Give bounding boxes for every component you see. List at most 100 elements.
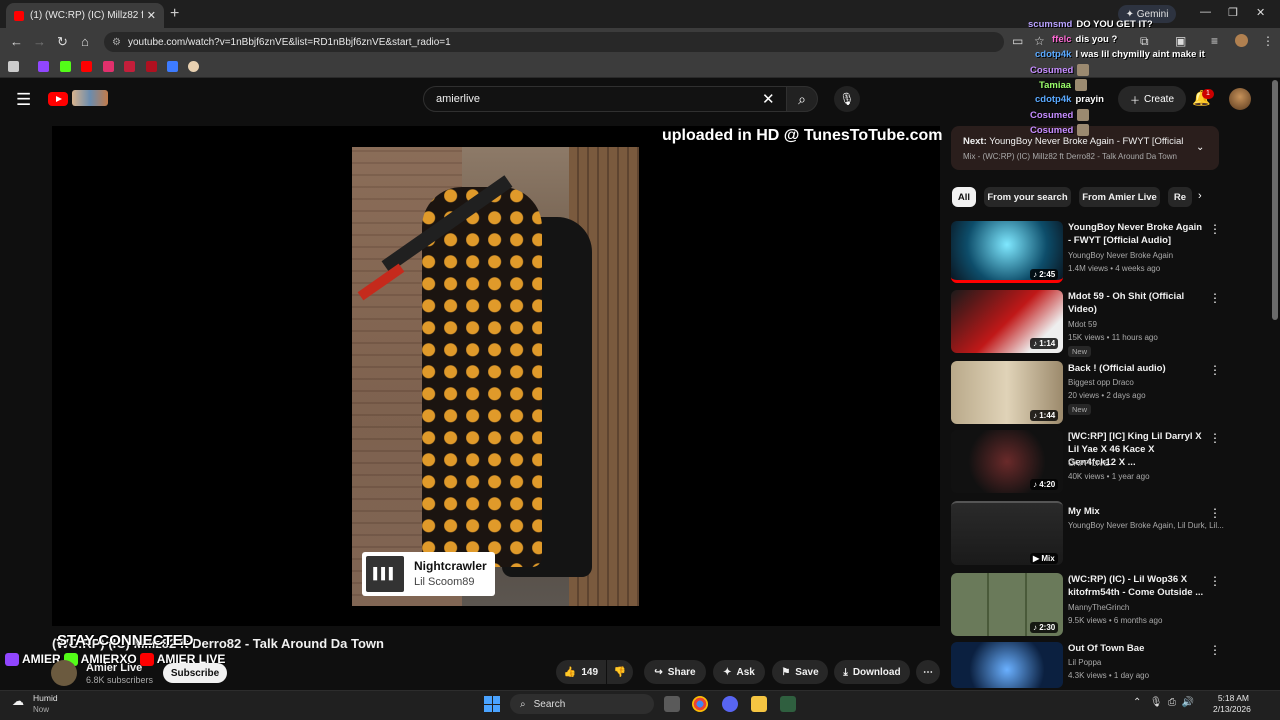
- voice-search-icon[interactable]: 🎙: [834, 86, 860, 112]
- media-controls-icon[interactable]: ≡: [1211, 34, 1218, 48]
- download-label: Download: [852, 666, 901, 678]
- video-frame[interactable]: [352, 147, 639, 606]
- home-icon[interactable]: ⌂: [81, 34, 89, 49]
- apps-grid-icon[interactable]: [8, 61, 19, 72]
- rec-channel[interactable]: Biggest opp Draco: [1068, 378, 1134, 387]
- account-avatar[interactable]: [1229, 88, 1251, 110]
- kick-bookmark-icon[interactable]: [60, 61, 71, 72]
- rec-video-title[interactable]: YoungBoy Never Broke Again - FWYT [Offic…: [1068, 221, 1204, 247]
- bookmark-round-icon[interactable]: [188, 61, 199, 72]
- chip-all[interactable]: All: [952, 187, 976, 207]
- weather-label[interactable]: Humid: [33, 693, 58, 703]
- save-button[interactable]: ⚑ Save: [772, 660, 828, 684]
- share-icon: ↪: [654, 666, 663, 678]
- chevron-down-icon[interactable]: ⌄: [1196, 142, 1204, 153]
- chrome-icon[interactable]: [692, 696, 708, 712]
- system-tray[interactable]: ⌃ 🎙 ⎙ 🔊: [1133, 697, 1194, 708]
- clock[interactable]: 5:18 AM 2/13/2026: [1213, 693, 1251, 715]
- close-tab-icon[interactable]: ✕: [147, 9, 156, 22]
- extensions-icon[interactable]: ⧉: [1140, 34, 1149, 49]
- more-actions-button[interactable]: ⋯: [916, 660, 940, 684]
- share-button[interactable]: ↪ Share: [644, 660, 706, 684]
- bookmark-star-icon[interactable]: ☆: [1034, 34, 1045, 48]
- chat-message: Cosumed: [1030, 64, 1090, 76]
- chevron-right-icon[interactable]: ›: [1198, 190, 1202, 202]
- chat-user: Cosumed: [1030, 64, 1074, 76]
- more-vert-icon[interactable]: ⋮: [1209, 222, 1221, 236]
- like-button[interactable]: 👍 149: [556, 660, 606, 684]
- minimize-icon[interactable]: —: [1200, 6, 1211, 18]
- rec-meta: 4.3K views • 1 day ago: [1068, 671, 1150, 680]
- rec-video-title[interactable]: Back ! (Official audio): [1068, 362, 1204, 375]
- search-button[interactable]: ⌕: [786, 86, 818, 112]
- rec-video-title[interactable]: Mdot 59 - Oh Shit (Official Video): [1068, 290, 1204, 316]
- profile-avatar-icon[interactable]: [1235, 34, 1248, 47]
- rec-video-title[interactable]: (WC:RP) (IC) - Lil Wop36 X kitofrm54th -…: [1068, 573, 1204, 599]
- search-input[interactable]: amierlive: [423, 86, 788, 112]
- more-vert-icon[interactable]: ⋮: [1209, 506, 1221, 520]
- more-vert-icon[interactable]: ⋮: [1209, 291, 1221, 305]
- weather-sub: Now: [33, 705, 50, 714]
- task-view-icon[interactable]: [664, 696, 680, 712]
- chat-message: Cosumed: [1030, 109, 1090, 121]
- cast-icon[interactable]: ▭: [1012, 34, 1023, 48]
- bookmark-red-icon[interactable]: [124, 61, 135, 72]
- browser-menu-icon[interactable]: ⋮: [1262, 34, 1274, 48]
- reload-icon[interactable]: ↻: [57, 34, 68, 50]
- twitch-bookmark-icon[interactable]: [38, 61, 49, 72]
- page-scrollbar[interactable]: [1272, 80, 1278, 320]
- site-info-icon[interactable]: ⚙: [112, 37, 121, 48]
- app-icon[interactable]: [780, 696, 796, 712]
- discord-icon[interactable]: [722, 696, 738, 712]
- more-vert-icon[interactable]: ⋮: [1209, 431, 1221, 445]
- download-button[interactable]: ⤓ Download: [834, 660, 910, 684]
- duration-badge: ♪ 2:30: [1030, 622, 1059, 633]
- shield-bookmark-icon[interactable]: [167, 61, 178, 72]
- new-tab-icon[interactable]: +: [170, 5, 179, 23]
- rec-video-title[interactable]: My Mix: [1068, 505, 1204, 518]
- chat-emote-icon: [1077, 124, 1090, 136]
- chip-from-amier-live[interactable]: From Amier Live: [1079, 187, 1160, 207]
- duration-badge: ♪ 4:20: [1030, 479, 1059, 490]
- instagram-bookmark-icon[interactable]: [103, 61, 114, 72]
- create-button[interactable]: ＋ Create: [1118, 86, 1186, 112]
- rec-channel[interactable]: YoungBoy Never Broke Again, Lil Durk, Li…: [1068, 521, 1224, 530]
- maximize-icon[interactable]: ❐: [1228, 6, 1238, 19]
- more-vert-icon[interactable]: ⋮: [1209, 363, 1221, 377]
- address-bar[interactable]: ⚙ youtube.com/watch?v=1nBbjf6znVE&list=R…: [104, 32, 1004, 52]
- dislike-button[interactable]: 👎: [607, 660, 633, 684]
- channel-avatar[interactable]: [51, 660, 77, 686]
- back-icon[interactable]: ←: [10, 34, 23, 49]
- rec-channel[interactable]: CAPP LIVE: [1068, 459, 1109, 468]
- close-window-icon[interactable]: ✕: [1256, 6, 1265, 19]
- rec-channel[interactable]: MannyTheGrinch: [1068, 603, 1129, 612]
- clear-search-icon[interactable]: ✕: [762, 90, 775, 108]
- rec-video-title[interactable]: Out Of Town Bae: [1068, 642, 1204, 655]
- channel-name[interactable]: Amier Live: [86, 662, 142, 674]
- up-next-subtitle: Mix - (WC:RP) (IC) Millz82 ft Derro82 - …: [963, 152, 1177, 161]
- browser-tab[interactable]: (1) (WC:RP) (IC) Millz82 ft D ✕: [6, 3, 164, 28]
- youtube-logo-icon[interactable]: [48, 92, 68, 106]
- taskbar-search[interactable]: ⌕ Search: [510, 694, 654, 714]
- picture-in-picture-icon[interactable]: ▣: [1175, 34, 1186, 48]
- equalizer-icon: ▌▌▌: [366, 556, 404, 592]
- windows-start-icon[interactable]: [484, 696, 500, 712]
- rec-channel[interactable]: Lil Poppa: [1068, 658, 1101, 667]
- bookmark-dark-red-icon[interactable]: [146, 61, 157, 72]
- more-vert-icon[interactable]: ⋮: [1209, 643, 1221, 657]
- chip-from-your-search[interactable]: From your search: [984, 187, 1071, 207]
- rec-channel[interactable]: Mdot 59: [1068, 320, 1097, 329]
- youtube-bookmark-icon[interactable]: [81, 61, 92, 72]
- more-vert-icon[interactable]: ⋮: [1209, 574, 1221, 588]
- rec-channel[interactable]: YoungBoy Never Broke Again: [1068, 251, 1173, 260]
- weather-icon[interactable]: ☁: [12, 694, 24, 708]
- ask-button[interactable]: ✦ Ask: [713, 660, 765, 684]
- menu-icon[interactable]: ☰: [16, 90, 31, 110]
- subscribe-button[interactable]: Subscribe: [163, 663, 227, 683]
- video-thumbnail[interactable]: [951, 642, 1063, 688]
- youtube-doodle[interactable]: [72, 90, 108, 106]
- forward-icon[interactable]: →: [33, 34, 46, 49]
- chat-user: ffelc: [1052, 34, 1072, 45]
- chip-related[interactable]: Re: [1168, 187, 1192, 207]
- file-explorer-icon[interactable]: [751, 696, 767, 712]
